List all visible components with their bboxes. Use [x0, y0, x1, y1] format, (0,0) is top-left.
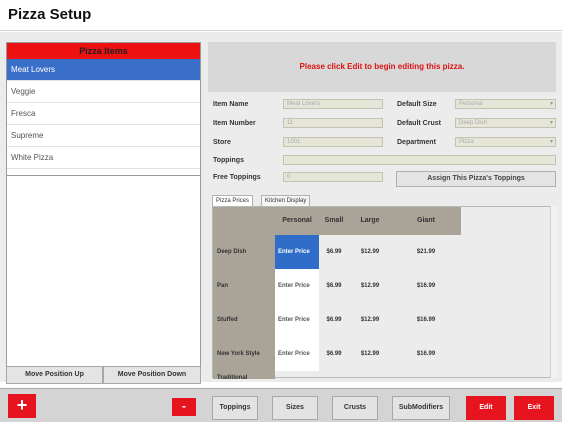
tab-pizza-prices[interactable]: Pizza Prices — [212, 195, 254, 206]
window-title: Pizza Setup — [8, 6, 92, 23]
add-pizza-button[interactable]: + — [8, 394, 36, 418]
chevron-down-icon: ▾ — [549, 120, 553, 126]
price-cell[interactable]: $6.99 — [319, 303, 349, 337]
price-cell[interactable]: Enter Price — [275, 303, 319, 337]
toppings-button[interactable]: Toppings — [212, 396, 258, 420]
crusts-button[interactable]: Crusts — [332, 396, 378, 420]
assign-toppings-button[interactable]: Assign This Pizza's Toppings — [396, 171, 556, 187]
move-position-down-button[interactable]: Move Position Down — [103, 366, 201, 384]
free-toppings-label: Free Toppings — [213, 174, 261, 181]
price-cell[interactable]: $6.99 — [319, 269, 349, 303]
pizza-list: Pizza Items Meat Lovers Veggie Fresca Su… — [6, 42, 201, 370]
default-size-select[interactable]: Personal ▾ — [455, 99, 556, 109]
sizes-button[interactable]: Sizes — [272, 396, 318, 420]
list-item[interactable]: Supreme — [7, 125, 200, 147]
item-name-field[interactable]: Meat Lovers — [283, 99, 383, 109]
price-cell[interactable]: $12.99 — [349, 303, 391, 337]
default-size-value: Personal — [459, 101, 483, 107]
price-cell[interactable]: $12.99 — [349, 269, 391, 303]
free-toppings-field[interactable]: 0 — [283, 172, 383, 182]
move-position-up-button[interactable]: Move Position Up — [6, 366, 103, 384]
remove-pizza-button[interactable]: - — [172, 398, 196, 416]
default-size-label: Default Size — [397, 101, 437, 108]
submodifiers-button[interactable]: SubModifiers — [392, 396, 450, 420]
list-item[interactable]: Fresca — [7, 103, 200, 125]
list-item[interactable]: Meat Lovers — [7, 59, 200, 81]
default-crust-label: Default Crust — [397, 120, 441, 127]
price-cell[interactable]: $6.99 — [319, 337, 349, 371]
column-header-giant: Giant — [391, 207, 461, 235]
list-divider — [7, 175, 200, 176]
list-item[interactable]: White Pizza — [7, 147, 200, 169]
chevron-down-icon: ▾ — [549, 101, 553, 107]
item-number-label: Item Number — [213, 120, 256, 127]
edit-button[interactable]: Edit — [466, 396, 506, 420]
column-header-large: Large — [349, 207, 391, 235]
item-number-field[interactable]: 11 — [283, 118, 383, 128]
message-panel: Please click Edit to begin editing this … — [208, 42, 556, 92]
price-cell[interactable]: $21.99 — [391, 235, 461, 269]
edit-hint-message: Please click Edit to begin editing this … — [299, 62, 465, 71]
store-label: Store — [213, 139, 231, 146]
price-cell[interactable]: $12.99 — [349, 337, 391, 371]
department-label: Department — [397, 139, 436, 146]
default-crust-value: Deep Dish — [459, 120, 488, 126]
row-header-traditional: Traditional — [213, 371, 275, 379]
price-cell[interactable]: $16.99 — [391, 337, 461, 371]
price-cell[interactable]: Enter Price — [275, 337, 319, 371]
item-name-label: Item Name — [213, 101, 249, 108]
title-divider — [0, 30, 562, 31]
pizza-list-header: Pizza Items — [7, 43, 200, 59]
price-cell[interactable]: Enter Price — [275, 235, 319, 269]
department-value: Pizza — [459, 139, 474, 145]
price-cell[interactable]: $16.99 — [391, 269, 461, 303]
grid-corner — [213, 207, 275, 235]
tab-kitchen-display[interactable]: Kitchen Display — [261, 195, 311, 206]
column-header-small: Small — [319, 207, 349, 235]
row-header-new-york-style: New York Style — [213, 337, 275, 371]
list-item[interactable]: Veggie — [7, 81, 200, 103]
grid-scrollbar[interactable] — [550, 206, 558, 378]
department-select[interactable]: Pizza ▾ — [455, 137, 556, 147]
price-cell[interactable]: $12.99 — [349, 235, 391, 269]
price-grid: Personal Small Large Giant Deep Dish Ent… — [212, 206, 552, 379]
row-header-deep-dish: Deep Dish — [213, 235, 275, 269]
column-header-personal: Personal — [275, 207, 319, 235]
chevron-down-icon: ▾ — [549, 139, 553, 145]
toppings-field[interactable] — [283, 155, 556, 165]
row-header-pan: Pan — [213, 269, 275, 303]
price-cell[interactable]: $6.99 — [319, 235, 349, 269]
store-field[interactable]: 1001 — [283, 137, 383, 147]
price-cell[interactable]: $16.99 — [391, 303, 461, 337]
price-cell[interactable]: Enter Price — [275, 269, 319, 303]
exit-button[interactable]: Exit — [514, 396, 554, 420]
row-header-stuffed: Stuffed — [213, 303, 275, 337]
default-crust-select[interactable]: Deep Dish ▾ — [455, 118, 556, 128]
toppings-label: Toppings — [213, 157, 244, 164]
